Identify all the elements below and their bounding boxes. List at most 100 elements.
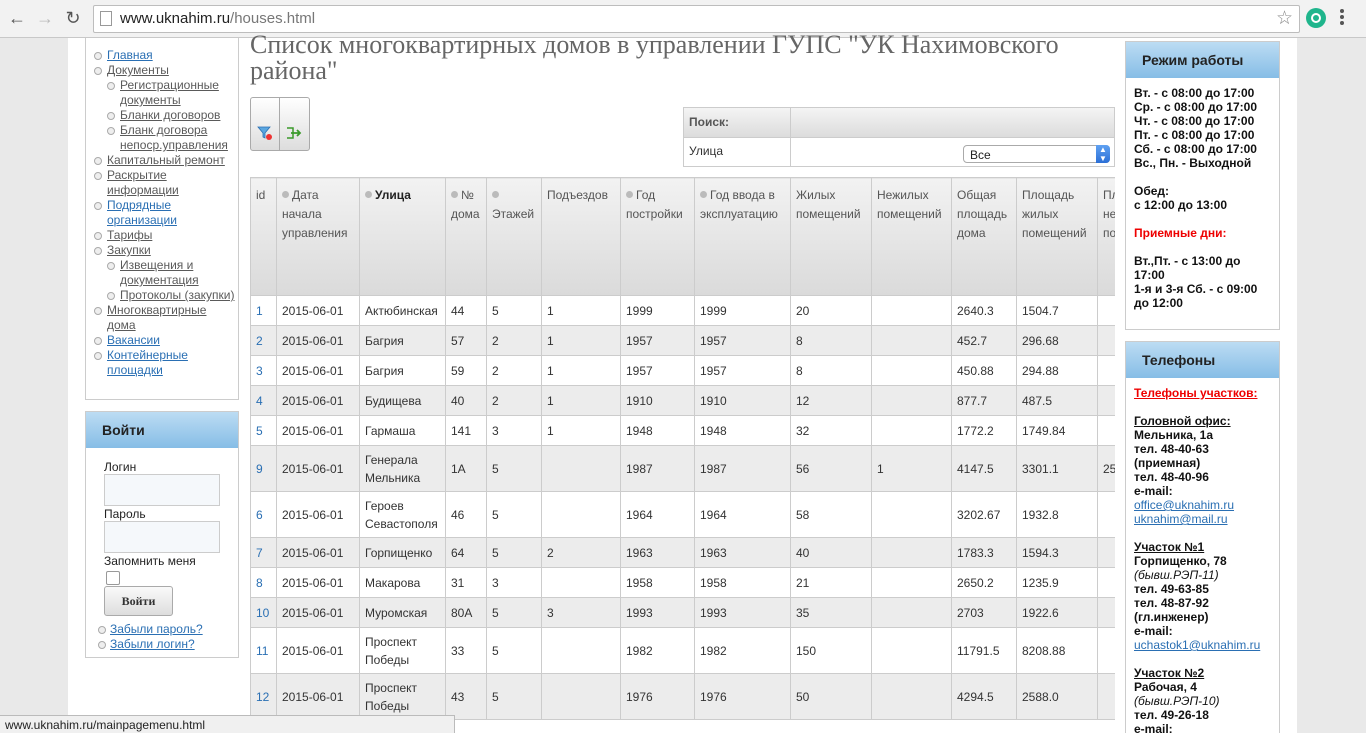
row-id-link[interactable]: 11: [250, 627, 277, 674]
column-header[interactable]: Нежилых помещений: [871, 177, 952, 296]
column-header[interactable]: Жилых помещений: [790, 177, 872, 296]
table-cell: Муромская: [359, 597, 446, 628]
column-header[interactable]: Подъездов: [541, 177, 621, 296]
site1-email-link[interactable]: uchastok1@uknahim.ru: [1134, 638, 1271, 652]
menu-link[interactable]: Регистрационные документы: [120, 78, 219, 107]
menu-link[interactable]: Тарифы: [107, 228, 152, 242]
column-header-label: Подъездов: [547, 188, 608, 202]
remember-checkbox[interactable]: [106, 571, 120, 585]
row-id-link[interactable]: 2: [250, 325, 277, 356]
row-id-link[interactable]: 5: [250, 415, 277, 446]
bookmark-star-icon[interactable]: ☆: [1276, 7, 1293, 30]
menu-link[interactable]: Извещения и документация: [120, 258, 199, 287]
table-cell: 43: [445, 673, 487, 720]
menu-link[interactable]: Бланки договоров: [120, 108, 220, 122]
browser-menu-icon[interactable]: [1340, 9, 1344, 27]
sites-phones-link[interactable]: Телефоны участков:: [1134, 386, 1271, 400]
table-cell: 3202.67: [951, 491, 1017, 538]
row-id-link[interactable]: 10: [250, 597, 277, 628]
menu-link[interactable]: Документы: [107, 63, 169, 77]
office-email-link[interactable]: office@uknahim.ru: [1134, 498, 1271, 512]
menu-link[interactable]: Бланк договора непоср.управления: [120, 123, 228, 152]
column-header[interactable]: № дома: [445, 177, 487, 296]
forgot-login-link[interactable]: Забыли логин?: [96, 637, 195, 651]
column-header[interactable]: Общая площадь дома: [951, 177, 1017, 296]
menu-link[interactable]: Контейнерные площадки: [107, 348, 188, 377]
table-cell: 56: [790, 445, 872, 492]
menu-link[interactable]: Закупки: [107, 243, 151, 257]
column-header[interactable]: Год постройки: [620, 177, 695, 296]
table-cell: 2: [486, 355, 542, 386]
table-cell: Актюбинская: [359, 295, 446, 326]
sort-dot-icon: [451, 191, 458, 198]
phones-title: Телефоны: [1126, 342, 1279, 378]
street-label: Улица: [684, 137, 791, 166]
reload-icon[interactable]: ↻: [63, 8, 83, 28]
schedule-line: Сб. - с 08:00 до 17:00: [1134, 142, 1257, 156]
login-input[interactable]: [104, 474, 220, 506]
row-id-link[interactable]: 7: [250, 537, 277, 568]
column-header-label: Общая площадь дома: [957, 188, 1008, 240]
table-cell: [1097, 325, 1115, 356]
row-id-link[interactable]: 9: [250, 445, 277, 492]
street-select[interactable]: Все ▲ ▼: [963, 145, 1110, 163]
row-id-link[interactable]: 4: [250, 385, 277, 416]
menu-link[interactable]: Вакансии: [107, 333, 160, 347]
table-cell: 4294.5: [951, 673, 1017, 720]
table-cell: 1948: [620, 415, 695, 446]
column-header[interactable]: Год ввода в эксплуатацию: [694, 177, 791, 296]
site1-address: Горпищенко, 78: [1134, 554, 1227, 568]
menu-link[interactable]: Капитальный ремонт: [107, 153, 225, 167]
column-header[interactable]: Пл не по: [1097, 177, 1115, 296]
menu-link[interactable]: Главная: [107, 48, 153, 62]
table-cell: 44: [445, 295, 487, 326]
row-id-link[interactable]: 1: [250, 295, 277, 326]
select-arrows-icon: ▲ ▼: [1096, 145, 1110, 163]
row-id-link[interactable]: 3: [250, 355, 277, 386]
column-header[interactable]: Дата начала управления: [276, 177, 360, 296]
menu-link[interactable]: Протоколы (закупки): [120, 288, 235, 302]
table-cell: 5: [486, 537, 542, 568]
address-bar[interactable]: www.uknahim.ru/houses.html ☆: [93, 5, 1300, 33]
mail-email-link[interactable]: uknahim@mail.ru: [1134, 512, 1271, 526]
row-id-link[interactable]: 6: [250, 491, 277, 538]
menu-link[interactable]: Раскрытие информации: [107, 168, 179, 197]
table-cell: 2015-06-01: [276, 597, 360, 628]
site2-tel1: тел. 49-26-18: [1134, 708, 1209, 722]
row-id-link[interactable]: 8: [250, 567, 277, 598]
table-cell: Горпищенко: [359, 537, 446, 568]
back-icon[interactable]: ←: [7, 8, 27, 28]
column-header[interactable]: Улица: [359, 177, 446, 296]
table-cell: 1957: [694, 355, 791, 386]
table-cell: [1097, 537, 1115, 568]
forgot-password-link[interactable]: Забыли пароль?: [96, 622, 203, 636]
column-header[interactable]: id: [250, 177, 277, 296]
table-cell: 2: [486, 325, 542, 356]
forward-icon[interactable]: →: [35, 8, 55, 28]
table-cell: [1097, 385, 1115, 416]
login-box: Войти Логин Пароль Запомнить меня Войти …: [85, 411, 239, 658]
row-id-link[interactable]: 12: [250, 673, 277, 720]
export-icon[interactable]: [286, 126, 302, 140]
table-cell: 1783.3: [951, 537, 1017, 568]
column-header[interactable]: Этажей: [486, 177, 542, 296]
menu-link[interactable]: Многоквартирные дома: [107, 303, 206, 332]
table-cell: 57: [445, 325, 487, 356]
clear-filter-icon[interactable]: [257, 126, 273, 140]
sort-dot-icon: [365, 191, 372, 198]
password-input[interactable]: [104, 521, 220, 553]
table-cell: [871, 491, 952, 538]
schedule-title: Режим работы: [1126, 42, 1279, 78]
sort-dot-icon: [492, 191, 499, 198]
extension-icon[interactable]: [1306, 8, 1326, 28]
table-cell: 1993: [694, 597, 791, 628]
table-cell: 1957: [620, 355, 695, 386]
lunch-time: с 12:00 до 13:00: [1134, 198, 1228, 212]
login-button[interactable]: Войти: [104, 586, 173, 616]
menu-link[interactable]: Подрядные организации: [107, 198, 177, 227]
table-row: 12 2015-06-01 Проспект Победы 43 5 1976 1976 50…: [250, 673, 1115, 720]
table-row: 11 2015-06-01 Проспект Победы 33 5 1982 1982 15…: [250, 627, 1115, 674]
reception-2: 1-я и 3-я Сб. - с 09:00 до 12:00: [1134, 282, 1258, 310]
column-header[interactable]: Площадь жилых помещений: [1016, 177, 1098, 296]
table-cell: 1235.9: [1016, 567, 1098, 598]
